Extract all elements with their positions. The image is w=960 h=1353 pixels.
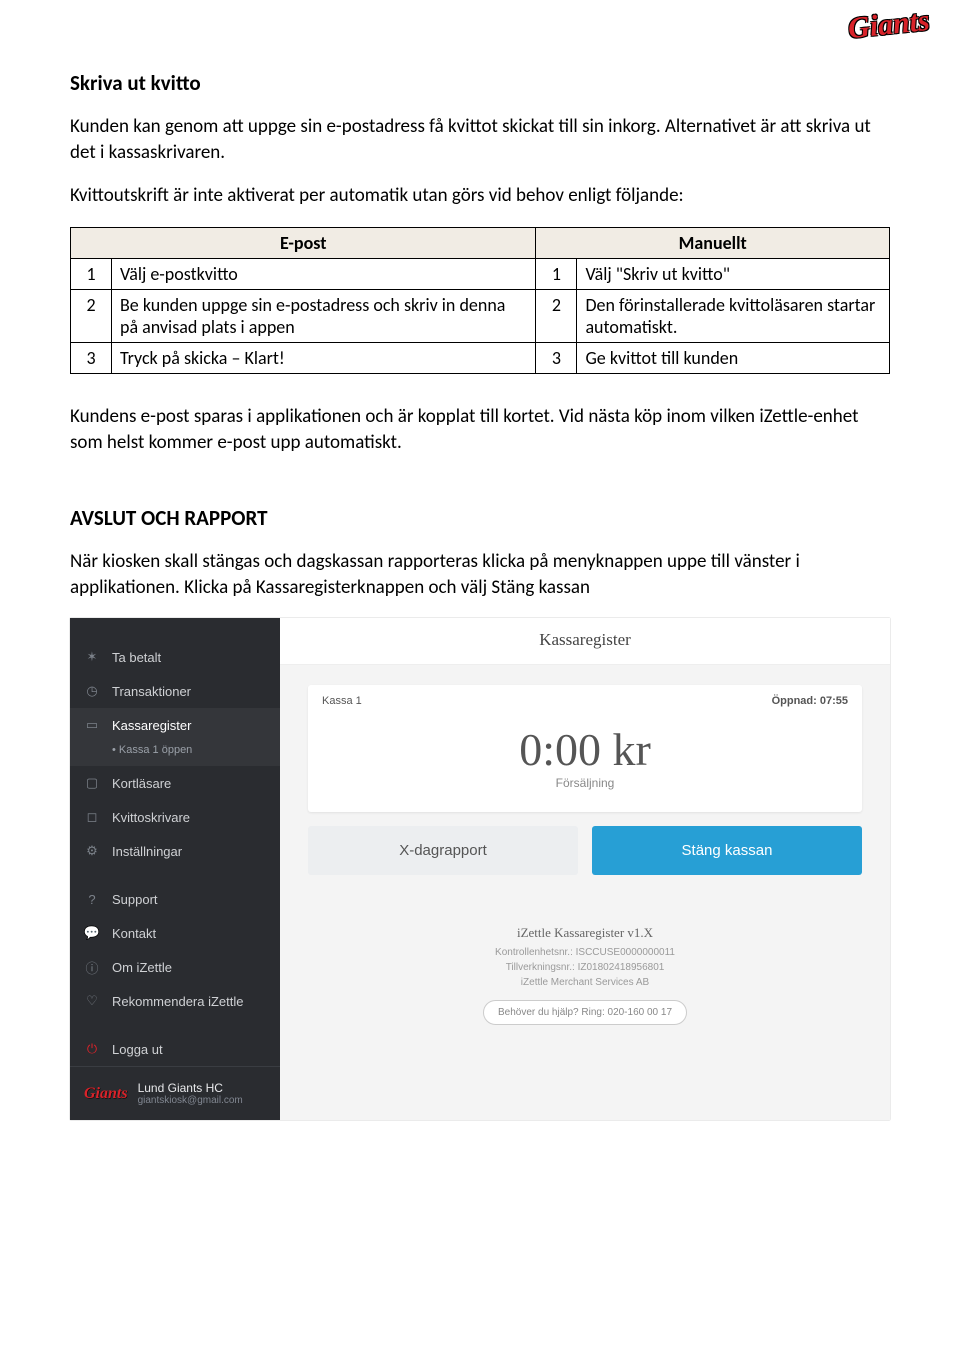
cell-text: Den förinstallerade kvittoläsaren starta…	[577, 289, 890, 342]
table-header-left: E-post	[71, 227, 536, 258]
app-version: iZettle Kassaregister v1.X	[280, 923, 890, 943]
sidebar-item-label: Kontakt	[112, 926, 156, 941]
paragraph: Kvittoutskrift är inte aktiverat per aut…	[70, 183, 890, 209]
main-panel: Kassaregister Kassa 1 Öppnad: 07:55 0:00…	[280, 618, 890, 1120]
cell-num: 1	[71, 258, 112, 289]
sidebar-item-transaktioner[interactable]: ◷ Transaktioner	[70, 674, 280, 708]
footer-org-name: Lund Giants HC	[138, 1081, 243, 1095]
sidebar-subtext: • Kassa 1 öppen	[70, 742, 280, 766]
app-screenshot: ✶ Ta betalt ◷ Transaktioner ▭ Kassaregis…	[70, 618, 890, 1120]
help-icon: ?	[84, 891, 100, 907]
sidebar-item-support[interactable]: ? Support	[70, 882, 280, 916]
section-title-avslut: AVSLUT OCH RAPPORT	[70, 505, 890, 531]
instructions-table: E-post Manuellt 1 Välj e-postkvitto 1 Vä…	[70, 227, 890, 374]
sidebar-item-label: Rekommendera iZettle	[112, 994, 244, 1009]
giants-logo: Giants	[847, 4, 932, 46]
table-row: 1 Välj e-postkvitto 1 Välj "Skriv ut kvi…	[71, 258, 890, 289]
sidebar-item-kassaregister[interactable]: ▭ Kassaregister	[70, 708, 280, 742]
sidebar-item-ta-betalt[interactable]: ✶ Ta betalt	[70, 640, 280, 674]
sales-card: Kassa 1 Öppnad: 07:55 0:00 kr Försäljnin…	[308, 685, 862, 812]
sidebar-item-label: Kassaregister	[112, 718, 191, 733]
cell-num: 2	[536, 289, 577, 342]
paragraph: Kunden kan genom att uppge sin e-postadr…	[70, 114, 890, 165]
main-title: Kassaregister	[280, 618, 890, 665]
table-row: 3 Tryck på skicka – Klart! 3 Ge kvittot …	[71, 342, 890, 373]
sidebar-footer: Giants Lund Giants HC giantskiosk@gmail.…	[70, 1066, 280, 1120]
footer-logo-icon: Giants	[84, 1085, 128, 1103]
cell-text: Välj e-postkvitto	[112, 258, 536, 289]
company-name: iZettle Merchant Services AB	[280, 975, 890, 990]
card-kassa-label: Kassa 1	[322, 695, 362, 707]
clock-icon: ◷	[84, 683, 100, 699]
sidebar-item-kontakt[interactable]: 💬 Kontakt	[70, 916, 280, 950]
cell-text: Välj "Skriv ut kvitto"	[577, 258, 890, 289]
kontrollenhet: Kontrollenhetsnr.: ISCCUSE0000000011	[280, 945, 890, 960]
paragraph: Kundens e-post sparas i applikationen oc…	[70, 404, 890, 455]
stang-kassan-button[interactable]: Stäng kassan	[592, 826, 862, 875]
footer-info: iZettle Kassaregister v1.X Kontrollenhet…	[280, 923, 890, 1035]
sidebar-item-label: Kortläsare	[112, 776, 171, 791]
help-phone-pill[interactable]: Behöver du hjälp? Ring: 020-160 00 17	[483, 1000, 687, 1025]
sidebar-item-label: Support	[112, 892, 158, 907]
sidebar-item-label: Logga ut	[112, 1042, 163, 1057]
sidebar-item-logga-ut[interactable]: ⏻ Logga ut	[70, 1032, 280, 1066]
paragraph: När kiosken skall stängas och dagskassan…	[70, 549, 890, 600]
cell-text: Be kunden uppge sin e-postadress och skr…	[112, 289, 536, 342]
table-row: 2 Be kunden uppge sin e-postadress och s…	[71, 289, 890, 342]
cell-num: 3	[536, 342, 577, 373]
sidebar-item-rekommendera[interactable]: ♡ Rekommendera iZettle	[70, 984, 280, 1018]
sidebar-item-kvittoskrivare[interactable]: ◻ Kvittoskrivare	[70, 800, 280, 834]
info-icon: ⓘ	[84, 959, 100, 975]
sidebar-item-label: Inställningar	[112, 844, 182, 859]
cell-num: 2	[71, 289, 112, 342]
sales-amount: 0:00 kr	[308, 713, 862, 776]
sidebar-item-kortlasare[interactable]: ▢ Kortläsare	[70, 766, 280, 800]
sidebar-item-label: Kvittoskrivare	[112, 810, 190, 825]
power-icon: ⏻	[84, 1041, 100, 1057]
tillverkningsnr: Tillverkningsnr.: IZ01802418956801	[280, 960, 890, 975]
register-icon: ▭	[84, 717, 100, 733]
cell-num: 1	[536, 258, 577, 289]
heart-icon: ♡	[84, 993, 100, 1009]
x-dagrapport-button[interactable]: X-dagrapport	[308, 826, 578, 875]
section-title-kvitto: Skriva ut kvitto	[70, 70, 890, 96]
sidebar-item-label: Om iZettle	[112, 960, 172, 975]
sidebar-item-om-izettle[interactable]: ⓘ Om iZettle	[70, 950, 280, 984]
cardreader-icon: ▢	[84, 775, 100, 791]
chat-icon: 💬	[84, 925, 100, 941]
sidebar-item-label: Transaktioner	[112, 684, 191, 699]
gear-icon: ⚙	[84, 843, 100, 859]
cell-text: Ge kvittot till kunden	[577, 342, 890, 373]
sidebar-item-installningar[interactable]: ⚙ Inställningar	[70, 834, 280, 868]
sales-label: Försäljning	[308, 776, 862, 812]
sidebar: ✶ Ta betalt ◷ Transaktioner ▭ Kassaregis…	[70, 618, 280, 1120]
pay-icon: ✶	[84, 649, 100, 665]
cell-text: Tryck på skicka – Klart!	[112, 342, 536, 373]
card-opened-label: Öppnad: 07:55	[772, 695, 848, 707]
table-header-right: Manuellt	[536, 227, 890, 258]
sidebar-item-label: Ta betalt	[112, 650, 161, 665]
cell-num: 3	[71, 342, 112, 373]
printer-icon: ◻	[84, 809, 100, 825]
footer-email: giantskiosk@gmail.com	[138, 1095, 243, 1106]
